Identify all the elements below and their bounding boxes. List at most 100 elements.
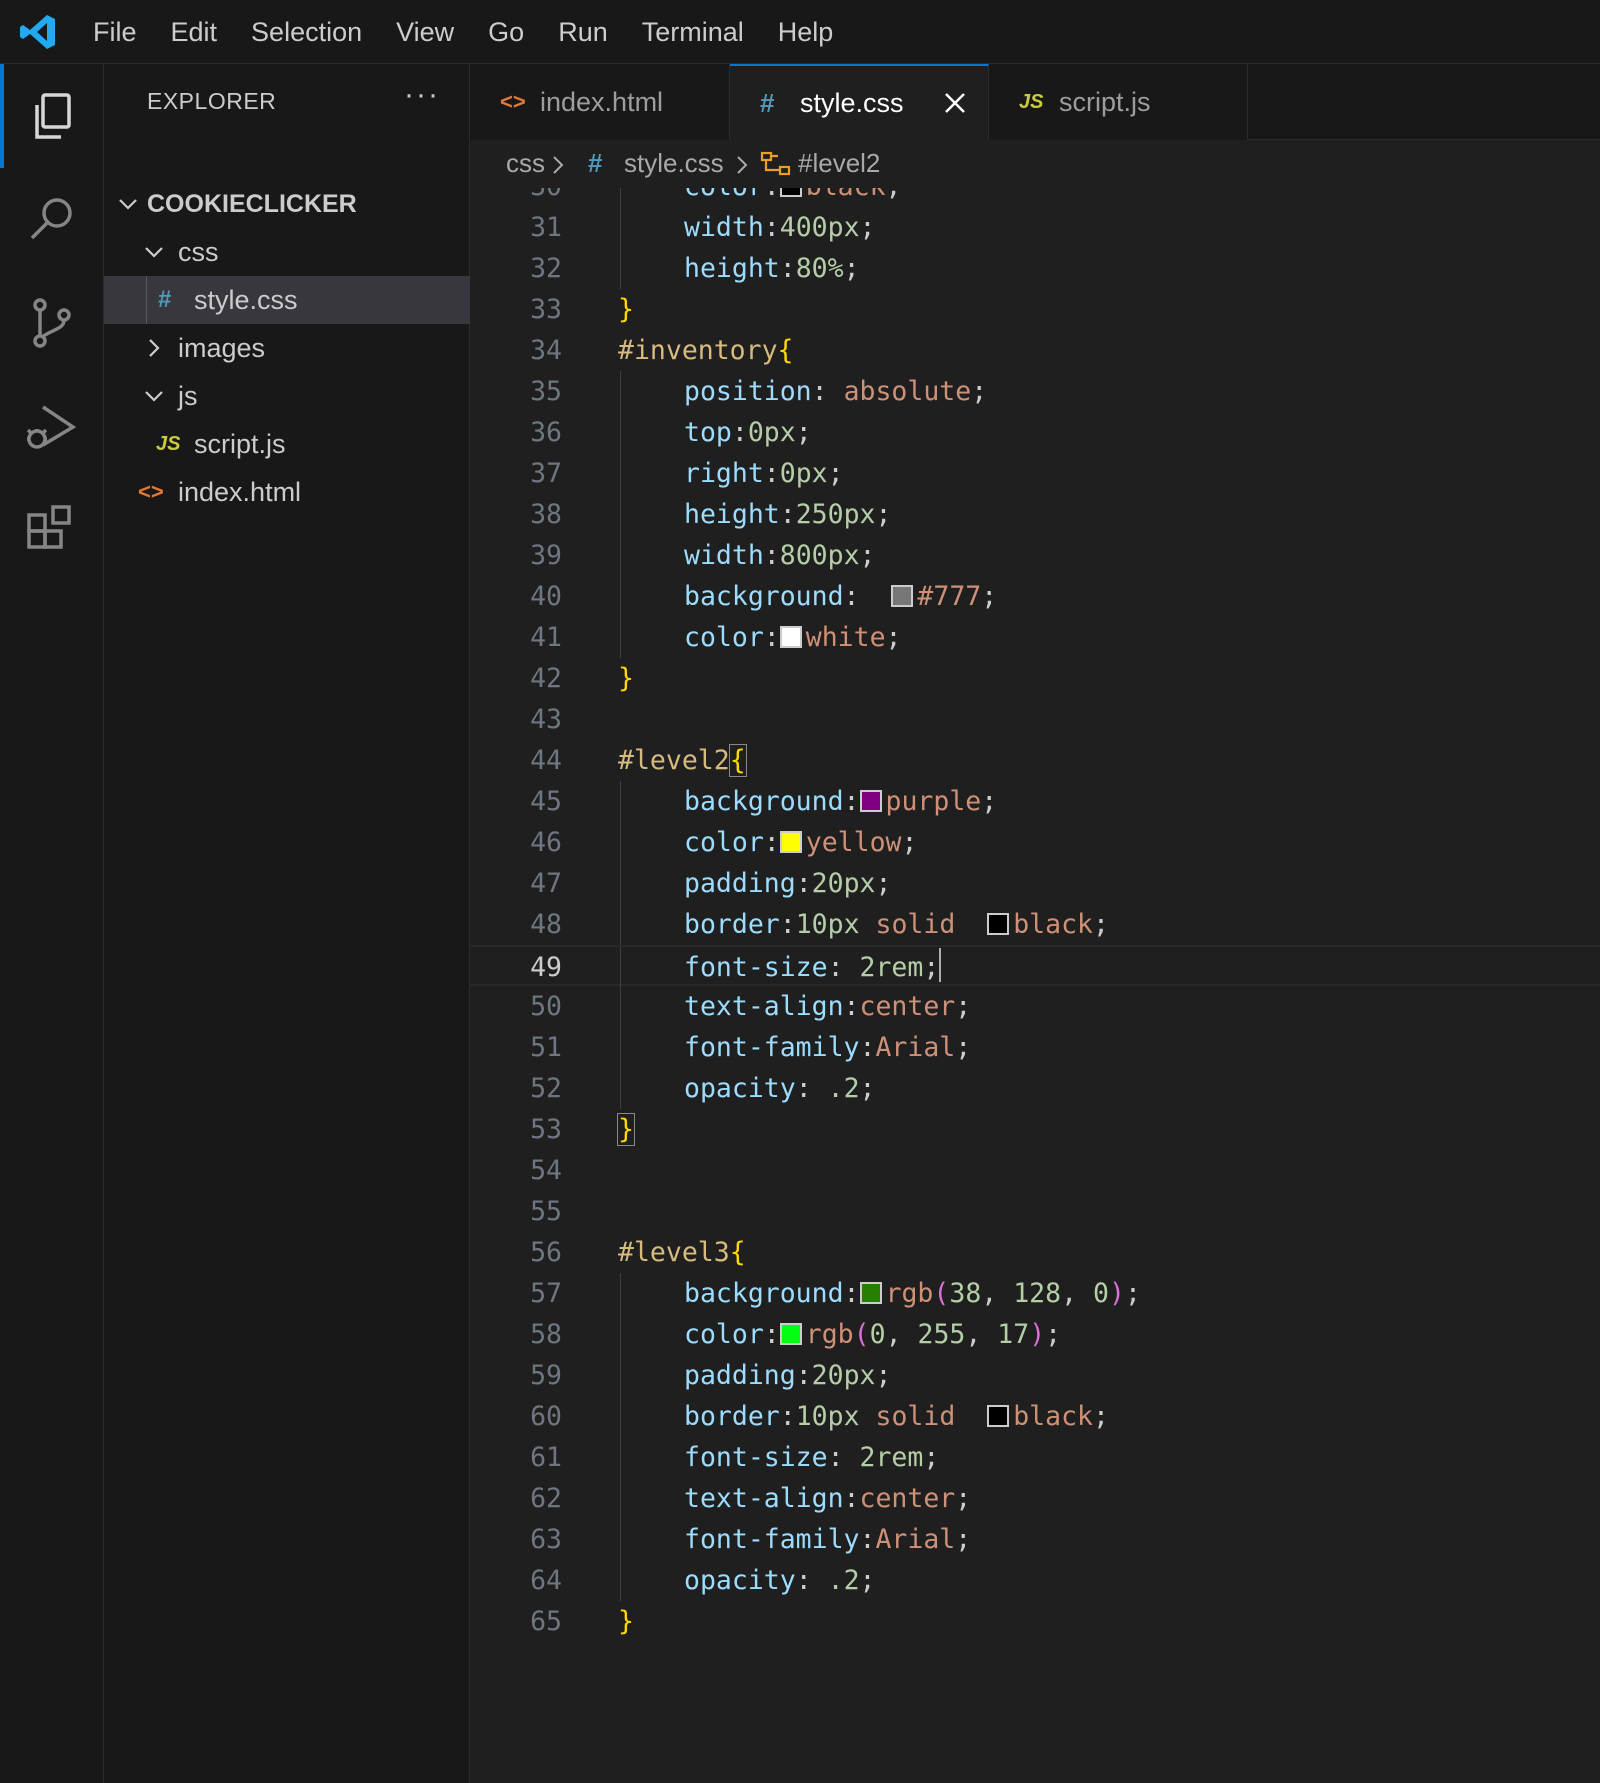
tab-script-js[interactable]: JS script.js [989, 64, 1248, 140]
menu-edit[interactable]: Edit [154, 0, 235, 64]
code-line[interactable]: 56 #level3{ [470, 1232, 1600, 1273]
code-line[interactable]: 59 padding:20px; [470, 1355, 1600, 1396]
menu-go[interactable]: Go [471, 0, 541, 64]
code-line[interactable]: 54 [470, 1150, 1600, 1191]
tree-file-index-html[interactable]: <> index.html [104, 468, 470, 516]
color-swatch[interactable] [779, 1323, 802, 1345]
menu-help[interactable]: Help [761, 0, 851, 64]
code-token: center [859, 1483, 956, 1514]
code-line[interactable]: 64 opacity: .2; [470, 1560, 1600, 1601]
explorer-icon[interactable] [0, 64, 104, 168]
symbol-class-icon [760, 151, 791, 176]
line-number: 38 [530, 499, 562, 530]
menu-file[interactable]: File [76, 0, 154, 64]
code-line[interactable]: 43 [470, 699, 1600, 740]
tree-file-style-css[interactable]: # style.css [104, 276, 470, 324]
code-line[interactable]: 57 background: rgb(38, 128, 0); [470, 1273, 1600, 1314]
code-line[interactable]: 65} [470, 1601, 1600, 1642]
code-token: ; [923, 1442, 940, 1473]
color-swatch[interactable] [779, 188, 802, 197]
code-line[interactable]: 61 font-size: 2rem; [470, 1437, 1600, 1478]
code-line[interactable]: 30 color: black; [470, 188, 1600, 207]
code-line[interactable]: 44 #level2{ [470, 740, 1600, 781]
code-line[interactable]: 33} [470, 289, 1600, 330]
code-line[interactable]: 32 height:80%; [470, 248, 1600, 289]
indent-guide [620, 188, 621, 207]
code-line[interactable]: 31 width:400px; [470, 207, 1600, 248]
breadcrumb-symbol[interactable]: #level2 [798, 148, 880, 179]
code-token: color [684, 622, 764, 653]
color-swatch[interactable] [891, 585, 914, 607]
code-line[interactable]: 38 height:250px; [470, 494, 1600, 535]
breadcrumb-folder[interactable]: css [506, 148, 545, 179]
code-line[interactable]: 46 color: yellow; [470, 822, 1600, 863]
code-line[interactable]: 60 border:10px solid black; [470, 1396, 1600, 1437]
menu-view[interactable]: View [379, 0, 471, 64]
code-line[interactable]: 48 border:10px solid black; [470, 904, 1600, 945]
color-swatch[interactable] [859, 790, 882, 812]
close-icon[interactable] [940, 88, 970, 118]
tree-folder-css[interactable]: css [104, 228, 470, 276]
vscode-logo-icon[interactable] [18, 12, 58, 52]
code-token: right [684, 458, 764, 489]
extensions-icon[interactable] [0, 480, 104, 584]
code-token: : [764, 188, 780, 202]
code-token: ; [886, 188, 902, 202]
code-line[interactable]: 53} [470, 1109, 1600, 1150]
indent-guide [146, 276, 147, 324]
code-line[interactable]: 37 right:0px; [470, 453, 1600, 494]
menu-run[interactable]: Run [541, 0, 625, 64]
code-line[interactable]: 40 background: #777; [470, 576, 1600, 617]
color-swatch[interactable] [987, 913, 1010, 935]
code-line[interactable]: 34 #inventory{ [470, 330, 1600, 371]
code-token: : [763, 1319, 780, 1350]
code-line[interactable]: 55 [470, 1191, 1600, 1232]
code-text: right:0px; [684, 453, 844, 494]
code-line[interactable]: 50 text-align:center; [470, 986, 1600, 1027]
code-line[interactable]: 45 background: purple; [470, 781, 1600, 822]
menu-terminal[interactable]: Terminal [625, 0, 761, 64]
code-editor[interactable]: 30color:black;31width:400px;32height:80%… [470, 188, 1600, 1783]
code-line[interactable]: 35 position: absolute; [470, 371, 1600, 412]
code-line[interactable]: 63 font-family:Arial; [470, 1519, 1600, 1560]
breadcrumb-file[interactable]: style.css [624, 148, 724, 179]
code-line[interactable]: 36 top:0px; [470, 412, 1600, 453]
code-line[interactable]: 49 font-size: 2rem; [470, 945, 1600, 988]
color-swatch[interactable] [859, 1282, 882, 1304]
tree-root-folder[interactable]: COOKIECLICKER [104, 180, 470, 228]
tab-style-css[interactable]: # style.css [730, 64, 989, 141]
color-swatch[interactable] [987, 1405, 1010, 1427]
search-icon[interactable] [0, 168, 104, 272]
code-line[interactable]: 58 color: rgb(0, 255, 17); [470, 1314, 1600, 1355]
code-token: padding [684, 1360, 796, 1391]
tree-folder-js[interactable]: js [104, 372, 470, 420]
tab-index-html[interactable]: <> index.html [470, 64, 730, 140]
line-number: 33 [530, 294, 562, 325]
code-line[interactable]: 47 padding:20px; [470, 863, 1600, 904]
source-control-icon[interactable] [0, 272, 104, 376]
run-debug-icon[interactable] [0, 376, 104, 480]
code-line[interactable]: 52 opacity: .2; [470, 1068, 1600, 1109]
color-swatch[interactable] [779, 831, 802, 853]
code-line[interactable]: 41 color: white; [470, 617, 1600, 658]
code-line[interactable]: 42} [470, 658, 1600, 699]
tree-item-label: style.css [194, 284, 298, 315]
tree-file-script-js[interactable]: JS script.js [104, 420, 470, 468]
css-file-icon: # [158, 286, 172, 313]
chevron-down-icon [116, 192, 140, 216]
line-number: 31 [530, 212, 562, 243]
tree-folder-images[interactable]: images [104, 324, 470, 372]
code-token: ; [859, 212, 876, 243]
code-line[interactable]: 51 font-family:Arial; [470, 1027, 1600, 1068]
menu-selection[interactable]: Selection [234, 0, 379, 64]
code-token: ; [981, 581, 998, 612]
code-line[interactable]: 62 text-align:center; [470, 1478, 1600, 1519]
line-number: 42 [530, 663, 562, 694]
indent-guide [620, 947, 621, 988]
code-line[interactable]: 39 width:800px; [470, 535, 1600, 576]
more-actions-button[interactable]: ··· [404, 78, 440, 112]
color-swatch[interactable] [779, 626, 802, 648]
code-token: #777 [917, 581, 982, 612]
indent-guide [620, 453, 621, 494]
